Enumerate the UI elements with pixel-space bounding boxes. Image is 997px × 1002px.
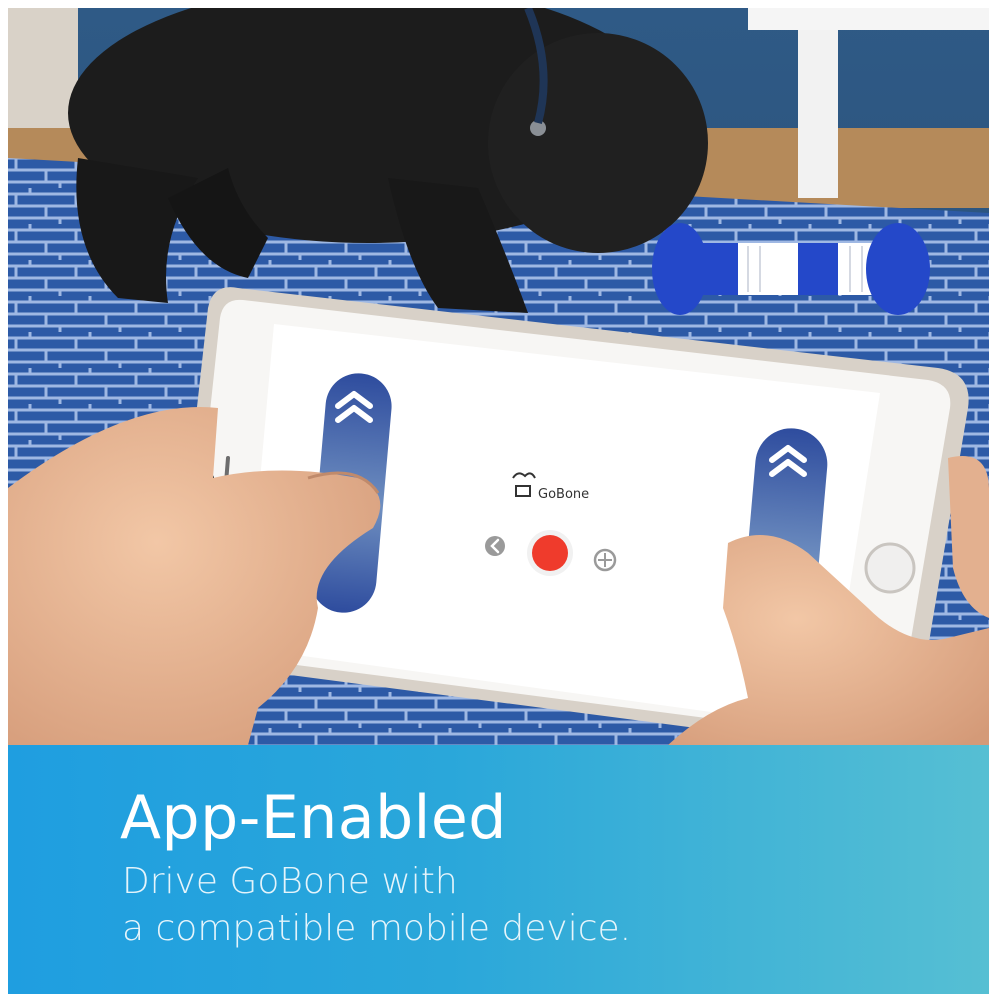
product-image: GoBone App-Enabled Drive GoBone with a c… xyxy=(8,8,989,994)
subtitle-line-1: Drive GoBone with xyxy=(122,861,458,902)
app-logo-text: GoBone xyxy=(538,487,589,502)
app-photo: GoBone xyxy=(8,8,989,745)
headline: App-Enabled xyxy=(120,783,507,853)
settings-button[interactable] xyxy=(593,548,617,572)
subtitle-line-2: a compatible mobile device. xyxy=(122,908,632,949)
back-button[interactable] xyxy=(485,536,505,556)
record-button[interactable] xyxy=(527,530,573,576)
caption-banner: App-Enabled Drive GoBone with a compatib… xyxy=(8,745,989,994)
